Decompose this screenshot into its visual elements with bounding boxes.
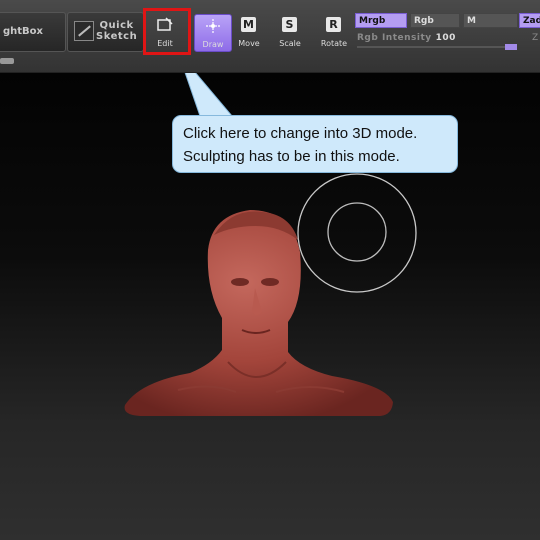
quick-sketch-label: Quick Sketch [96, 20, 138, 42]
rgb-intensity-value: 100 [435, 33, 456, 43]
canvas-viewport[interactable]: Click here to change into 3D mode. Sculp… [0, 73, 540, 540]
callout-line-2: Sculpting has to be in this mode. [183, 148, 400, 165]
lightbox-label: ghtBox [3, 26, 43, 37]
callout-pointer [184, 73, 234, 117]
callout-line-1: Click here to change into 3D mode. [183, 125, 418, 142]
top-toolbar: ghtBox Quick Sketch Edit Draw M Move S S… [0, 0, 540, 73]
sculpt-bust-model [124, 210, 394, 416]
move-label: Move [238, 39, 260, 48]
z-intensity-label: Z [532, 33, 539, 43]
rgb-intensity-slider-handle[interactable] [505, 44, 517, 50]
mrgb-button[interactable]: Mrgb [355, 13, 407, 28]
rgb-intensity-slider[interactable] [357, 46, 517, 48]
rgb-intensity-slider-label: Rgb Intensity 100 [357, 33, 456, 43]
move-icon: M [241, 17, 256, 32]
draw-icon [206, 19, 220, 33]
rgb-button[interactable]: Rgb [410, 13, 460, 28]
toolbar-scroll-handle[interactable] [0, 58, 14, 64]
draw-label: Draw [202, 40, 224, 49]
rotate-label: Rotate [320, 39, 348, 48]
scale-button[interactable]: S Scale [272, 14, 308, 50]
quick-sketch-button[interactable]: Quick Sketch [67, 12, 144, 52]
lightbox-button[interactable]: ghtBox [0, 12, 66, 52]
m-button[interactable]: M [463, 13, 518, 28]
draw-button[interactable]: Draw [194, 14, 232, 52]
edit-highlight-box [143, 8, 191, 55]
brush-outer-ring [297, 173, 417, 293]
rotate-icon: R [326, 17, 341, 32]
move-button[interactable]: M Move [231, 14, 267, 50]
rotate-button[interactable]: R Rotate [316, 14, 352, 50]
tutorial-callout: Click here to change into 3D mode. Sculp… [172, 115, 458, 173]
quick-sketch-icon [74, 21, 94, 41]
scale-label: Scale [279, 39, 301, 48]
scale-icon: S [282, 17, 297, 32]
zadd-button[interactable]: Zad [519, 13, 540, 28]
brush-inner-ring [327, 202, 387, 262]
